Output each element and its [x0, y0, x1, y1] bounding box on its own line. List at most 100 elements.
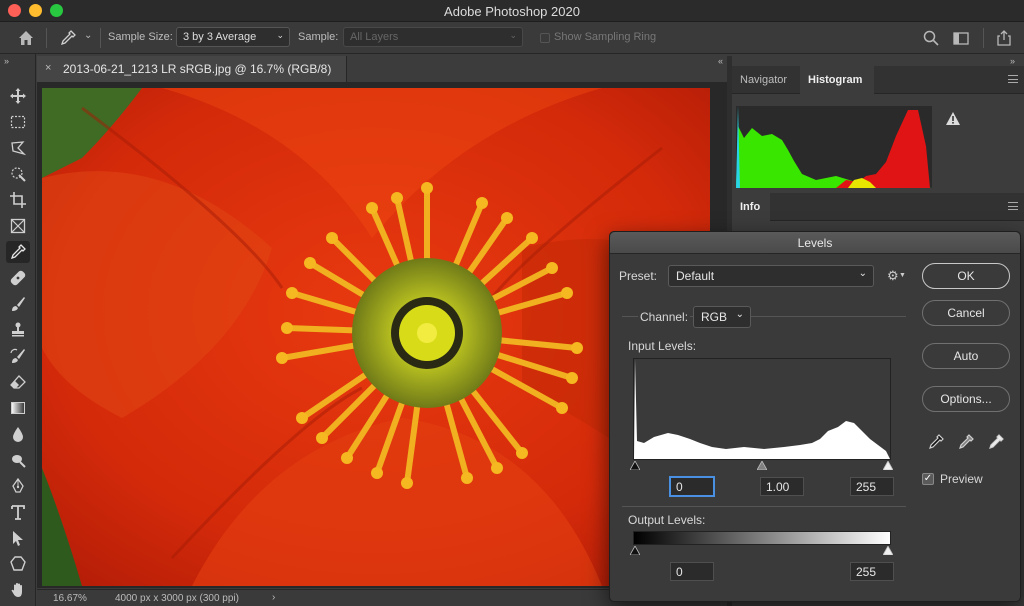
output-levels-label: Output Levels: — [628, 513, 706, 527]
home-icon[interactable] — [16, 28, 36, 48]
panel-menu-icon[interactable] — [1008, 75, 1018, 83]
path-selection-tool-icon[interactable] — [6, 527, 30, 549]
document-tab[interactable]: × 2013-06-21_1213 LR sRGB.jpg @ 16.7% (R… — [37, 56, 347, 82]
chevron-down-icon: ⌄ — [509, 30, 517, 40]
show-sampling-ring-checkbox[interactable] — [540, 33, 550, 43]
sample-size-value: 3 by 3 Average — [183, 31, 257, 43]
sample-value: All Layers — [350, 31, 399, 43]
black-point-eyedropper-icon[interactable] — [926, 432, 946, 452]
zoom-level[interactable]: 16.67% — [53, 593, 87, 604]
chevron-down-icon: ⌄ — [276, 30, 284, 40]
input-black-point-slider[interactable] — [630, 461, 640, 470]
title-bar: Adobe Photoshop 2020 — [0, 0, 1024, 22]
histogram-graph — [736, 106, 932, 188]
input-gamma-slider[interactable] — [757, 461, 767, 470]
chevron-down-icon: ▼ — [899, 272, 906, 279]
channel-value: RGB — [701, 310, 728, 324]
collapse-toolbar-icon[interactable]: » — [4, 56, 9, 66]
healing-brush-tool-icon[interactable] — [6, 267, 30, 289]
dialog-title: Levels — [610, 232, 1020, 254]
shape-tool-icon[interactable] — [6, 553, 30, 575]
collapse-panels-icon[interactable]: » — [1010, 56, 1015, 66]
search-icon[interactable] — [921, 28, 941, 48]
preset-select[interactable]: Default ⌄ — [668, 265, 874, 287]
levels-histogram-chart — [634, 359, 890, 459]
marquee-tool-icon[interactable] — [6, 111, 30, 133]
cache-warning-icon[interactable] — [946, 112, 960, 125]
pen-tool-icon[interactable] — [6, 475, 30, 497]
status-menu-arrow-icon[interactable]: › — [272, 592, 275, 603]
lasso-tool-icon[interactable] — [6, 137, 30, 159]
sample-size-select[interactable]: 3 by 3 Average ⌄ — [176, 27, 290, 47]
collapse-left-icon[interactable]: « — [718, 56, 723, 66]
output-white-field[interactable]: 255 — [850, 562, 894, 581]
workspace-icon[interactable] — [951, 28, 971, 48]
app-title: Adobe Photoshop 2020 — [444, 4, 580, 19]
crop-tool-icon[interactable] — [6, 189, 30, 211]
gradient-tool-icon[interactable] — [6, 397, 30, 419]
output-divider — [622, 506, 906, 507]
ok-button[interactable]: OK — [922, 263, 1010, 289]
eyedropper-tool-icon[interactable] — [6, 241, 30, 263]
share-icon[interactable] — [994, 28, 1014, 48]
input-levels-histogram — [633, 358, 891, 460]
input-white-point-slider[interactable] — [883, 461, 893, 470]
input-levels-label: Input Levels: — [628, 339, 697, 353]
gray-point-eyedropper-icon[interactable] — [956, 432, 976, 452]
clone-stamp-tool-icon[interactable] — [6, 319, 30, 341]
sample-size-label: Sample Size: — [108, 31, 173, 43]
quick-selection-tool-icon[interactable] — [6, 163, 30, 185]
preset-options-gear-icon[interactable]: ⚙ — [887, 268, 899, 284]
eyedropper-preset-icon[interactable] — [58, 28, 78, 48]
input-gamma-field[interactable]: 1.00 — [760, 477, 804, 496]
preview-label: Preview — [940, 472, 983, 486]
hand-tool-icon[interactable] — [6, 579, 30, 601]
options-separator — [46, 28, 47, 48]
chevron-down-icon: ⌄ — [858, 268, 867, 279]
type-tool-icon[interactable] — [6, 501, 30, 523]
preview-checkbox[interactable]: ✓ — [922, 473, 934, 485]
sample-select[interactable]: All Layers ⌄ — [343, 27, 523, 47]
panel-tab-strip: Navigator Histogram — [732, 66, 1024, 94]
output-white-point-slider[interactable] — [883, 546, 893, 555]
show-sampling-ring-label: Show Sampling Ring — [554, 31, 657, 43]
input-black-field[interactable]: 0 — [670, 477, 714, 496]
levels-dialog: Levels Preset: Default ⌄ ⚙ ▼ Channel: RG… — [609, 231, 1021, 602]
options-separator — [100, 28, 101, 48]
white-point-eyedropper-icon[interactable] — [986, 432, 1006, 452]
panel-menu-icon[interactable] — [1008, 202, 1018, 210]
tab-navigator[interactable]: Navigator — [732, 66, 800, 94]
dodge-tool-icon[interactable] — [6, 449, 30, 471]
document-info: 4000 px x 3000 px (300 ppi) — [115, 593, 239, 604]
channel-select[interactable]: RGB ⌄ — [693, 306, 751, 328]
channel-label: Channel: — [638, 310, 691, 324]
tab-histogram[interactable]: Histogram — [800, 66, 874, 94]
output-levels-gradient — [633, 531, 891, 545]
cancel-button[interactable]: Cancel — [922, 300, 1010, 326]
history-brush-tool-icon[interactable] — [6, 345, 30, 367]
tools-panel: » — [0, 54, 36, 606]
options-bar: ⌄ Sample Size: 3 by 3 Average ⌄ Sample: … — [0, 22, 1024, 54]
tab-info[interactable]: Info — [732, 193, 770, 221]
chevron-down-icon: ⌄ — [735, 309, 744, 320]
blur-tool-icon[interactable] — [6, 423, 30, 445]
options-button[interactable]: Options... — [922, 386, 1010, 412]
sample-label: Sample: — [298, 31, 339, 43]
close-document-icon[interactable]: × — [45, 62, 51, 74]
brush-tool-icon[interactable] — [6, 293, 30, 315]
panel-tab-strip: Info — [732, 193, 1024, 221]
histogram-chart — [736, 106, 932, 188]
preset-value: Default — [676, 269, 715, 283]
output-black-field[interactable]: 0 — [670, 562, 714, 581]
frame-tool-icon[interactable] — [6, 215, 30, 237]
info-panel: Info — [732, 193, 1024, 233]
photoshop-window: Adobe Photoshop 2020 ⌄ Sample Size: 3 by… — [0, 0, 1024, 606]
move-tool-icon[interactable] — [6, 85, 30, 107]
auto-button[interactable]: Auto — [922, 343, 1010, 369]
eraser-tool-icon[interactable] — [6, 371, 30, 393]
input-white-field[interactable]: 255 — [850, 477, 894, 496]
tool-preset-chevron-icon[interactable]: ⌄ — [84, 30, 92, 41]
histogram-panel: Navigator Histogram — [732, 66, 1024, 188]
preset-label: Preset: — [619, 269, 658, 283]
output-black-point-slider[interactable] — [630, 546, 640, 555]
